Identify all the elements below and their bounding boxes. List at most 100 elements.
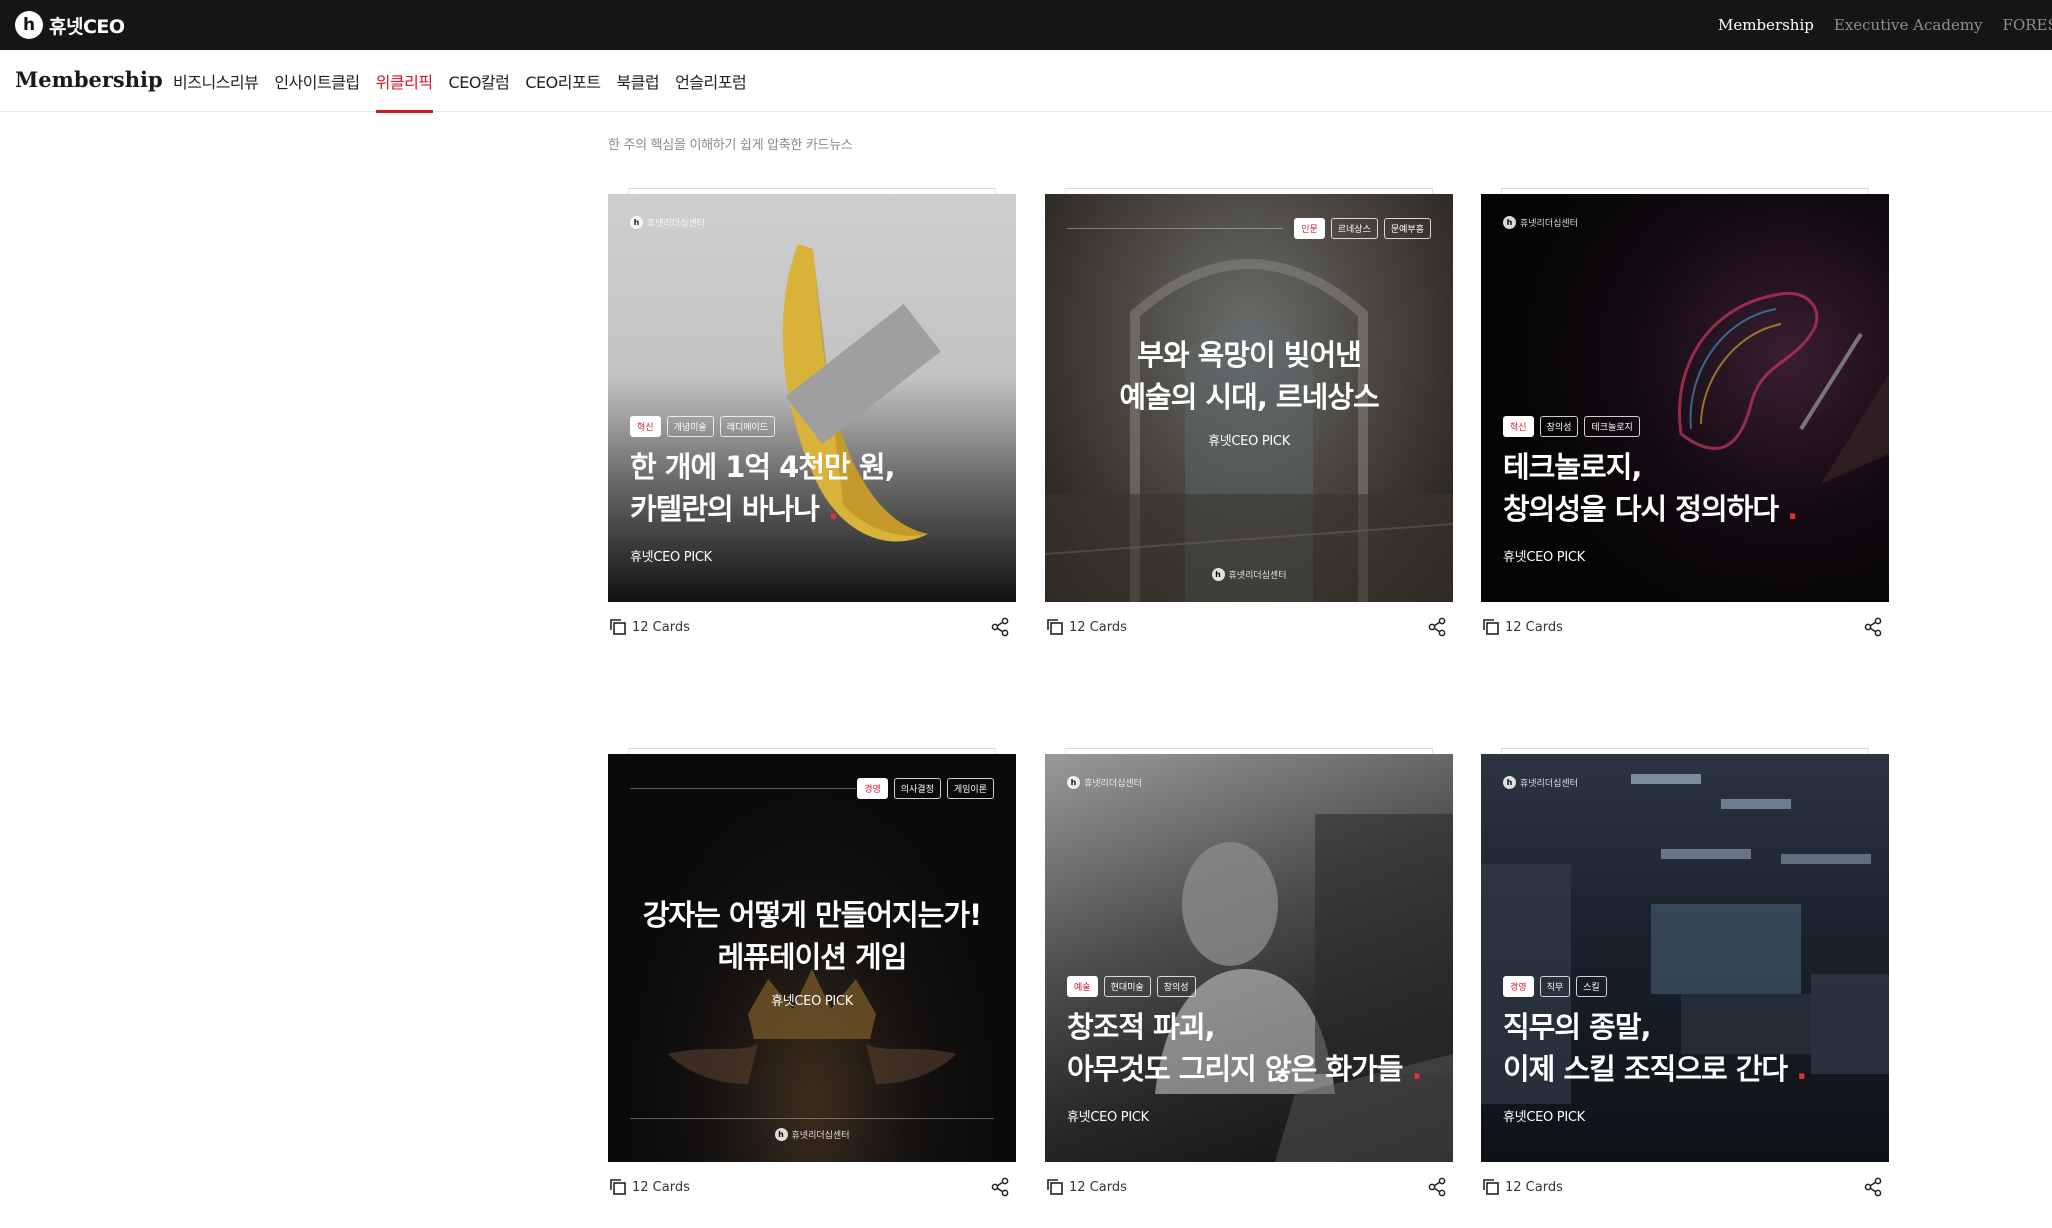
card-pick-label: 휴넷CEO PICK <box>1208 434 1290 449</box>
tab-unsli-forum[interactable]: 언슬리포럼 <box>675 50 747 112</box>
card-item[interactable]: h 휴넷리더십센터 혁신 개념미술 레디메이드 한 개에 1억 4천만 원, 카텔… <box>608 188 1016 652</box>
top-link-executive-academy[interactable]: Executive Academy <box>1834 16 1983 34</box>
share-button[interactable] <box>1859 613 1887 641</box>
top-nav: Membership Executive Academy FORESIGHT <box>1718 0 2052 50</box>
tag: 인문 <box>1294 218 1325 239</box>
brand-mark: h 휴넷리더십센터 <box>608 1128 1016 1141</box>
tag-list: 인문 르네상스 문예부흥 <box>1294 218 1431 239</box>
cards-stack-icon <box>1047 619 1063 635</box>
card-meta: 12 Cards <box>608 602 1016 652</box>
card-thumbnail[interactable]: h 휴넷리더십센터 혁신 창의성 테크놀로지 테크놀로지, 창의성을 다시 정의하… <box>1481 194 1889 602</box>
divider-line <box>1067 228 1283 229</box>
card-thumbnail[interactable]: h 휴넷리더십센터 혁신 개념미술 레디메이드 한 개에 1억 4천만 원, 카텔… <box>608 194 1016 602</box>
tag-list: 경영 직무 스킬 <box>1503 976 1607 997</box>
headline-line-1: 강자는 어떻게 만들어지는가! <box>642 898 983 932</box>
logo-text: 휴넷CEO <box>49 15 125 38</box>
share-button[interactable] <box>1423 613 1451 641</box>
brand-text: 휴넷리더십센터 <box>1084 779 1142 789</box>
brand-text: 휴넷리더십센터 <box>1520 219 1578 229</box>
office-illustration <box>1481 774 1889 1104</box>
card-count-label: 12 Cards <box>1069 619 1127 635</box>
headline-line-2: 레퓨테이션 게임 <box>717 940 908 974</box>
top-link-foresight[interactable]: FORESIGHT <box>2003 16 2052 34</box>
card-count: 12 Cards <box>1482 618 1563 636</box>
brand-logo-icon: h <box>1211 568 1225 581</box>
tab-ceo-report[interactable]: CEO리포트 <box>525 50 601 112</box>
share-button[interactable] <box>986 613 1014 641</box>
share-icon <box>991 617 1009 637</box>
cards-stack-icon <box>1047 1179 1063 1195</box>
accent-dot: . <box>818 492 839 526</box>
card-pick-label: 휴넷CEO PICK <box>1067 1110 1149 1125</box>
card-item[interactable]: h 휴넷리더십센터 예술 현대미술 창의성 창조적 파괴, 아무것도 그리지 않은… <box>1045 748 1453 1212</box>
tag: 르네상스 <box>1330 218 1378 239</box>
membership-tabs: 비즈니스리뷰 인사이트클립 위클리픽 CEO칼럼 CEO리포트 북클럽 언슬리포… <box>173 50 747 113</box>
card-pick-label: 휴넷CEO PICK <box>1503 550 1585 565</box>
card-count-label: 12 Cards <box>1505 1179 1563 1195</box>
brand-mark: h 휴넷리더십센터 <box>630 216 705 229</box>
share-button[interactable] <box>1423 1173 1451 1201</box>
card-item[interactable]: 인문 르네상스 문예부흥 부와 욕망이 빚어낸 예술의 시대, 르네상스 휴넷C… <box>1045 188 1453 652</box>
card-count-label: 12 Cards <box>1505 619 1563 635</box>
tag: 게임이론 <box>946 778 994 799</box>
tag: 경영 <box>857 778 888 799</box>
headline-line-2: 창의성을 다시 정의하다 <box>1503 492 1779 526</box>
card-item[interactable]: h 휴넷리더십센터 혁신 창의성 테크놀로지 테크놀로지, 창의성을 다시 정의하… <box>1481 188 1889 652</box>
brand-logo-icon: h <box>1503 776 1516 789</box>
accent-dot: . <box>1778 492 1798 526</box>
tag: 레디메이드 <box>719 416 776 437</box>
card-meta: 12 Cards <box>608 1162 1016 1212</box>
membership-nav: Membership 비즈니스리뷰 인사이트클립 위클리픽 CEO칼럼 CEO리… <box>0 50 2052 113</box>
card-thumbnail[interactable]: h 휴넷리더십센터 예술 현대미술 창의성 창조적 파괴, 아무것도 그리지 않은… <box>1045 754 1453 1162</box>
artist-illustration <box>1155 814 1453 1162</box>
card-item[interactable]: h 휴넷리더십센터 경영 직무 스킬 직무의 종말, 이제 스킬 조직으로 간다 … <box>1481 748 1889 1212</box>
tab-insight-clip[interactable]: 인사이트클립 <box>274 50 360 112</box>
headline-line-1: 테크놀로지, <box>1503 450 1642 484</box>
card-meta: 12 Cards <box>1045 602 1453 652</box>
tab-weekly-pick[interactable]: 위클리픽 <box>375 50 433 113</box>
headline-line-1: 부와 욕망이 빚어낸 <box>1137 338 1362 372</box>
share-icon <box>1428 1177 1446 1197</box>
card-count-label: 12 Cards <box>632 1179 690 1195</box>
tab-business-review[interactable]: 비즈니스리뷰 <box>173 50 259 112</box>
card-count: 12 Cards <box>609 1178 690 1196</box>
share-button[interactable] <box>1859 1173 1887 1201</box>
tag-list: 예술 현대미술 창의성 <box>1067 976 1196 997</box>
divider-line <box>630 788 856 789</box>
card-count: 12 Cards <box>1046 1178 1127 1196</box>
accent-dot: . <box>1402 1052 1423 1086</box>
card-meta: 12 Cards <box>1481 1162 1889 1212</box>
membership-title[interactable]: Membership <box>15 67 163 92</box>
tag: 현대미술 <box>1103 976 1151 997</box>
tag: 개념미술 <box>666 416 714 437</box>
brand-text: 휴넷리더십센터 <box>791 1131 850 1141</box>
card-thumbnail[interactable]: h 휴넷리더십센터 경영 직무 스킬 직무의 종말, 이제 스킬 조직으로 간다 … <box>1481 754 1889 1162</box>
share-icon <box>1864 617 1882 637</box>
tab-book-club[interactable]: 북클럽 <box>616 50 659 112</box>
brand-logo-icon: h <box>1067 776 1080 789</box>
share-button[interactable] <box>986 1173 1014 1201</box>
tag-list: 혁신 창의성 테크놀로지 <box>1503 416 1640 437</box>
headline-line-1: 한 개에 1억 4천만 원, <box>630 450 896 484</box>
share-icon <box>1428 617 1446 637</box>
card-thumbnail[interactable]: 경영 의사결정 게임이론 강자는 어떻게 만들어지는가! 레퓨테이션 게임 휴넷… <box>608 754 1016 1162</box>
brand-logo-icon: h <box>630 216 643 229</box>
tag: 테크놀로지 <box>1584 416 1640 437</box>
top-link-membership[interactable]: Membership <box>1718 16 1814 34</box>
card-headline: 강자는 어떻게 만들어지는가! 레퓨테이션 게임 <box>608 894 1016 978</box>
card-pick-label: 휴넷CEO PICK <box>771 994 853 1009</box>
tech-art-illustration <box>1678 291 1889 484</box>
top-bar: h 휴넷CEO Membership Executive Academy FOR… <box>0 0 2052 50</box>
headline-line-2: 아무것도 그리지 않은 화가들 <box>1067 1052 1403 1086</box>
tag: 창의성 <box>1539 416 1579 437</box>
card-thumbnail[interactable]: 인문 르네상스 문예부흥 부와 욕망이 빚어낸 예술의 시대, 르네상스 휴넷C… <box>1045 194 1453 602</box>
card-item[interactable]: 경영 의사결정 게임이론 강자는 어떻게 만들어지는가! 레퓨테이션 게임 휴넷… <box>608 748 1016 1212</box>
logo-icon: h <box>15 11 43 39</box>
tag: 예술 <box>1067 976 1098 997</box>
site-logo[interactable]: h 휴넷CEO <box>15 10 125 40</box>
headline-line-2: 이제 스킬 조직으로 간다 <box>1503 1052 1788 1086</box>
tag: 직무 <box>1539 976 1571 997</box>
share-icon <box>991 1177 1009 1197</box>
tab-ceo-column[interactable]: CEO칼럼 <box>449 50 510 112</box>
card-count-label: 12 Cards <box>1069 1179 1127 1195</box>
